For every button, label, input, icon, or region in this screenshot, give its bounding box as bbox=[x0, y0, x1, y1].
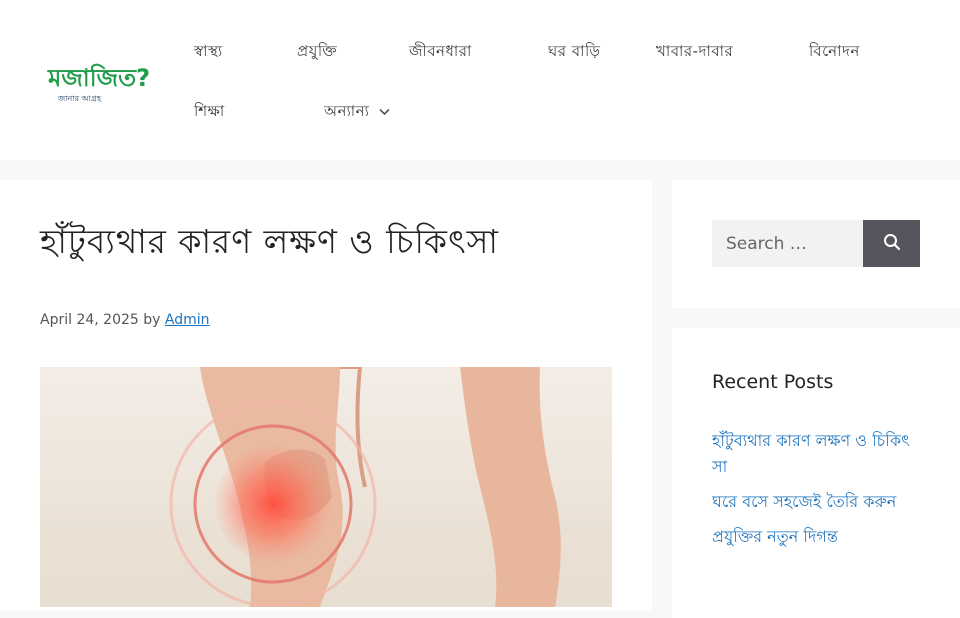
featured-image bbox=[40, 367, 612, 607]
site-logo[interactable]: মজাজিত? জানার আগ্রহ bbox=[46, 58, 164, 104]
logo-graphic: মজাজিত? জানার আগ্রহ bbox=[47, 63, 150, 103]
list-item: হাঁটুব্যথার কারণ লক্ষণ ও চিকিৎসা bbox=[712, 428, 922, 480]
search-icon bbox=[883, 233, 901, 254]
list-item: প্রযুক্তির নতুন দিগন্ত bbox=[712, 524, 922, 550]
nav-item-health[interactable]: স্বাস্থ্য bbox=[194, 40, 223, 65]
recent-posts-title: Recent Posts bbox=[712, 371, 834, 393]
recent-posts-widget: Recent Posts হাঁটুব্যথার কারণ লক্ষণ ও চি… bbox=[672, 328, 960, 618]
list-item: ঘরে বসে সহজেই তৈরি করুন bbox=[712, 489, 922, 515]
post-by: by bbox=[143, 312, 161, 328]
logo-subtext: জানার আগ্রহ bbox=[57, 94, 102, 103]
author-link[interactable]: Admin bbox=[165, 312, 210, 328]
recent-post-link[interactable]: প্রযুক্তির নতুন দিগন্ত bbox=[712, 527, 838, 546]
nav-item-others[interactable]: অন্যান্য bbox=[324, 100, 391, 125]
nav-item-home[interactable]: ঘর বাড়ি bbox=[548, 40, 600, 65]
search-input[interactable] bbox=[712, 220, 863, 267]
search-button[interactable] bbox=[863, 220, 920, 267]
nav-item-technology[interactable]: প্রযুক্তি bbox=[297, 40, 337, 65]
article: হাঁটুব্যথার কারণ লক্ষণ ও চিকিৎসা April 2… bbox=[0, 180, 652, 610]
knee-pain-illustration bbox=[40, 367, 612, 607]
search-widget bbox=[672, 180, 960, 308]
logo-text: মজাজিত? bbox=[47, 63, 150, 92]
nav-item-lifestyle[interactable]: জীবনধারা bbox=[409, 40, 472, 65]
site-header: মজাজিত? জানার আগ্রহ স্বাস্থ্য প্রযুক্তি … bbox=[0, 0, 960, 160]
nav-item-education[interactable]: শিক্ষা bbox=[194, 100, 225, 125]
recent-post-link[interactable]: ঘরে বসে সহজেই তৈরি করুন bbox=[712, 492, 896, 511]
nav-item-entertainment[interactable]: বিনোদন bbox=[809, 40, 860, 65]
nav-item-others-label: অন্যান্য bbox=[324, 102, 370, 120]
chevron-down-icon bbox=[379, 106, 391, 119]
post-date: April 24, 2025 bbox=[40, 312, 139, 328]
recent-post-link[interactable]: হাঁটুব্যথার কারণ লক্ষণ ও চিকিৎসা bbox=[712, 431, 910, 476]
post-title: হাঁটুব্যথার কারণ লক্ষণ ও চিকিৎসা bbox=[40, 222, 499, 261]
recent-posts-list: হাঁটুব্যথার কারণ লক্ষণ ও চিকিৎসা ঘরে বসে… bbox=[712, 428, 922, 559]
post-meta: April 24, 2025 by Admin bbox=[40, 312, 210, 328]
nav-item-food[interactable]: খাবার-দাবার bbox=[656, 40, 733, 65]
